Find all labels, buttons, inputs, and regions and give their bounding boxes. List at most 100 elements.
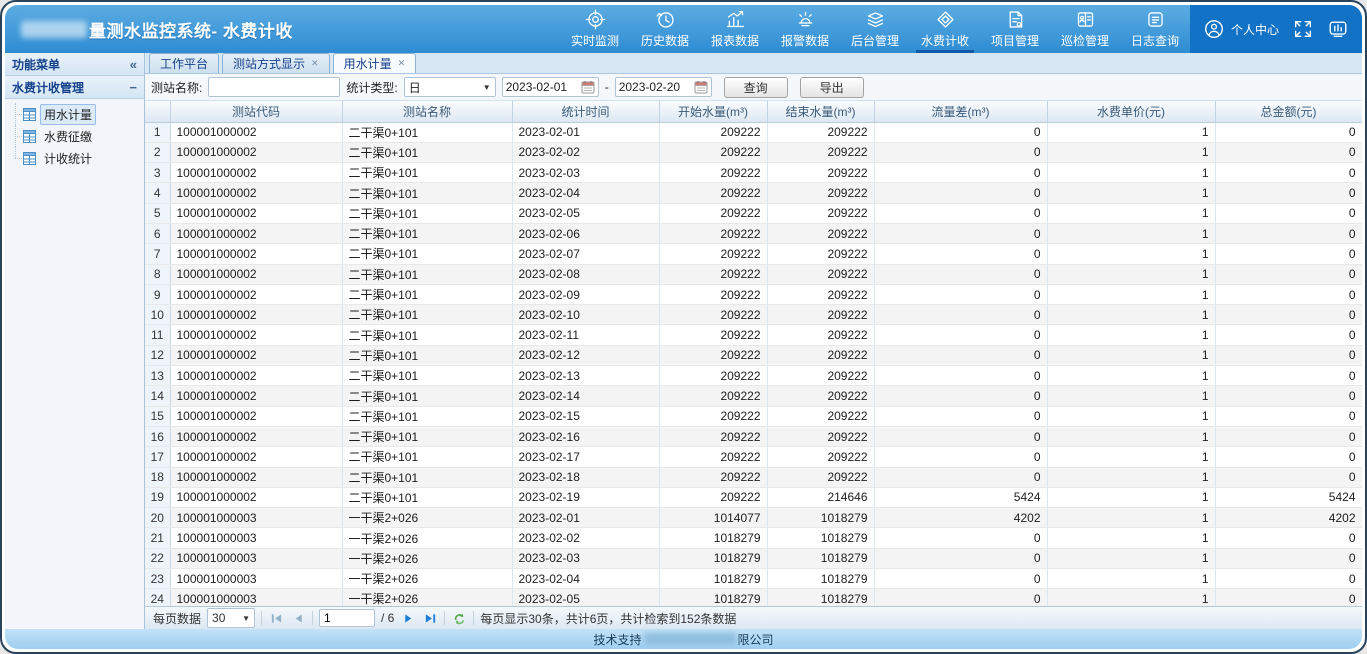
table-row[interactable]: 3100001000002二干渠0+1012023-02-03209222209…	[145, 163, 1362, 183]
sidebar-item-water-metering[interactable]: 用水计量	[9, 103, 140, 125]
table-cell: 209222	[659, 223, 767, 243]
table-cell: 一干渠2+026	[342, 548, 512, 568]
close-icon[interactable]: ✕	[398, 58, 406, 69]
tab-water-metering[interactable]: 用水计量 ✕	[333, 53, 417, 73]
col-header-unit-price[interactable]: 水费单价(元)	[1047, 101, 1215, 122]
col-header-start-volume[interactable]: 开始水量(m³)	[659, 101, 767, 122]
sidebar-section-header[interactable]: 水费计收管理 −	[5, 76, 144, 99]
fullscreen-icon[interactable]	[1292, 18, 1314, 40]
table-row[interactable]: 16100001000002二干渠0+1012023-02-1620922220…	[145, 426, 1362, 446]
user-center-button[interactable]: 个人中心	[1203, 18, 1279, 40]
table-cell: 209222	[659, 386, 767, 406]
table-cell: 1	[1047, 223, 1215, 243]
next-page-button[interactable]	[400, 610, 416, 626]
pagination-summary: 每页显示30条，共计6页，共计检索到152条数据	[480, 610, 736, 627]
table-row[interactable]: 14100001000002二干渠0+1012023-02-1420922220…	[145, 386, 1362, 406]
alarm-icon	[795, 9, 816, 30]
nav-item-alarm[interactable]: 报警数据	[770, 5, 840, 53]
table-cell: 209222	[659, 163, 767, 183]
table-row[interactable]: 21100001000003一干渠2+0262023-02-0210182791…	[145, 528, 1362, 548]
table-row[interactable]: 4100001000002二干渠0+1012023-02-04209222209…	[145, 183, 1362, 203]
table-row[interactable]: 5100001000002二干渠0+1012023-02-05209222209…	[145, 203, 1362, 223]
tab-station-display[interactable]: 测站方式显示 ✕	[222, 53, 330, 73]
nav-item-admin[interactable]: 后台管理	[840, 5, 910, 53]
table-row[interactable]: 17100001000002二干渠0+1012023-02-1720922220…	[145, 447, 1362, 467]
table-row[interactable]: 15100001000002二干渠0+1012023-02-1520922220…	[145, 406, 1362, 426]
nav-item-billing[interactable]: 水费计收	[910, 5, 980, 53]
stat-type-value: 日	[409, 79, 421, 96]
table-cell: 209222	[767, 183, 874, 203]
row-number-cell: 9	[145, 284, 170, 304]
table-cell: 二干渠0+101	[342, 163, 512, 183]
table-cell: 0	[1215, 325, 1362, 345]
close-icon[interactable]: ✕	[311, 58, 319, 69]
nav-item-history[interactable]: 历史数据	[630, 5, 700, 53]
sidebar-collapse-icon[interactable]: «	[130, 58, 137, 71]
table-row[interactable]: 18100001000002二干渠0+1012023-02-1820922220…	[145, 467, 1362, 487]
table-row[interactable]: 2100001000002二干渠0+1012023-02-02209222209…	[145, 142, 1362, 162]
date-to-field[interactable]: 2023-02-20	[615, 77, 712, 97]
nav-item-log[interactable]: 日志查询	[1120, 5, 1190, 53]
table-row[interactable]: 10100001000002二干渠0+1012023-02-1020922220…	[145, 305, 1362, 325]
table-row[interactable]: 19100001000002二干渠0+1012023-02-1920922221…	[145, 487, 1362, 507]
col-header-stat-time[interactable]: 统计时间	[512, 101, 659, 122]
table-row[interactable]: 1100001000002二干渠0+1012023-02-01209222209…	[145, 122, 1362, 142]
station-name-input[interactable]	[208, 77, 340, 97]
row-number-cell: 22	[145, 548, 170, 568]
dashboard-chart-icon[interactable]	[1327, 18, 1349, 40]
table-row[interactable]: 20100001000003一干渠2+0262023-02-0110140771…	[145, 508, 1362, 528]
table-row[interactable]: 11100001000002二干渠0+1012023-02-1120922220…	[145, 325, 1362, 345]
export-button[interactable]: 导出	[800, 77, 864, 98]
table-cell: 209222	[767, 447, 874, 467]
table-cell: 二干渠0+101	[342, 284, 512, 304]
support-prefix: 技术支持	[593, 631, 641, 648]
table-row[interactable]: 7100001000002二干渠0+1012023-02-07209222209…	[145, 244, 1362, 264]
table-row[interactable]: 13100001000002二干渠0+1012023-02-1320922220…	[145, 366, 1362, 386]
col-header-total-amount[interactable]: 总金额(元)	[1215, 101, 1362, 122]
collapse-minus-icon[interactable]: −	[129, 81, 137, 94]
table-row[interactable]: 22100001000003一干渠2+0262023-02-0310182791…	[145, 548, 1362, 568]
table-cell: 二干渠0+101	[342, 487, 512, 507]
col-header-end-volume[interactable]: 结束水量(m³)	[767, 101, 874, 122]
table-cell: 二干渠0+101	[342, 406, 512, 426]
nav-item-report[interactable]: 报表数据	[700, 5, 770, 53]
sidebar-item-fee-collection[interactable]: 水费征缴	[9, 125, 140, 147]
stat-type-select[interactable]: 日 ▼	[404, 77, 496, 97]
table-row[interactable]: 8100001000002二干渠0+1012023-02-08209222209…	[145, 264, 1362, 284]
sidebar-item-billing-stats[interactable]: 计收统计	[9, 147, 140, 169]
last-page-button[interactable]	[422, 610, 438, 626]
table-cell: 0	[1215, 569, 1362, 589]
table-cell: 2023-02-03	[512, 548, 659, 568]
col-header-station-code[interactable]: 测站代码	[170, 101, 342, 122]
data-table-wrap: 测站代码 测站名称 统计时间 开始水量(m³) 结束水量(m³) 流量差(m³)…	[145, 101, 1362, 606]
nav-item-realtime[interactable]: 实时监测	[560, 5, 630, 53]
date-from-field[interactable]: 2023-02-01	[502, 77, 599, 97]
table-row[interactable]: 6100001000002二干渠0+1012023-02-06209222209…	[145, 223, 1362, 243]
table-cell: 4202	[1215, 508, 1362, 528]
tab-workbench[interactable]: 工作平台	[149, 53, 219, 73]
prev-page-icon	[292, 612, 305, 625]
table-cell: 2023-02-04	[512, 183, 659, 203]
table-cell: 209222	[659, 426, 767, 446]
table-cell: 1018279	[659, 569, 767, 589]
page-number-input[interactable]	[319, 609, 375, 627]
table-row[interactable]: 12100001000002二干渠0+1012023-02-1220922220…	[145, 345, 1362, 365]
per-page-select[interactable]: 30 ▼	[207, 608, 255, 628]
refresh-button[interactable]	[451, 610, 467, 626]
table-cell: 2023-02-11	[512, 325, 659, 345]
table-cell: 5424	[874, 487, 1047, 507]
table-row[interactable]: 23100001000003一干渠2+0262023-02-0410182791…	[145, 569, 1362, 589]
col-header-flow-diff[interactable]: 流量差(m³)	[874, 101, 1047, 122]
first-page-button[interactable]	[268, 610, 284, 626]
row-number-cell: 10	[145, 305, 170, 325]
table-row[interactable]: 9100001000002二干渠0+1012023-02-09209222209…	[145, 284, 1362, 304]
query-button[interactable]: 查询	[724, 77, 788, 98]
nav-item-inspection[interactable]: 巡检管理	[1050, 5, 1120, 53]
divider	[473, 611, 474, 625]
table-cell: 1	[1047, 426, 1215, 446]
table-row[interactable]: 24100001000003一干渠2+0262023-02-0510182791…	[145, 589, 1362, 606]
col-header-station-name[interactable]: 测站名称	[342, 101, 512, 122]
nav-item-project[interactable]: 项目管理	[980, 5, 1050, 53]
prev-page-button[interactable]	[290, 610, 306, 626]
table-cell: 209222	[659, 447, 767, 467]
